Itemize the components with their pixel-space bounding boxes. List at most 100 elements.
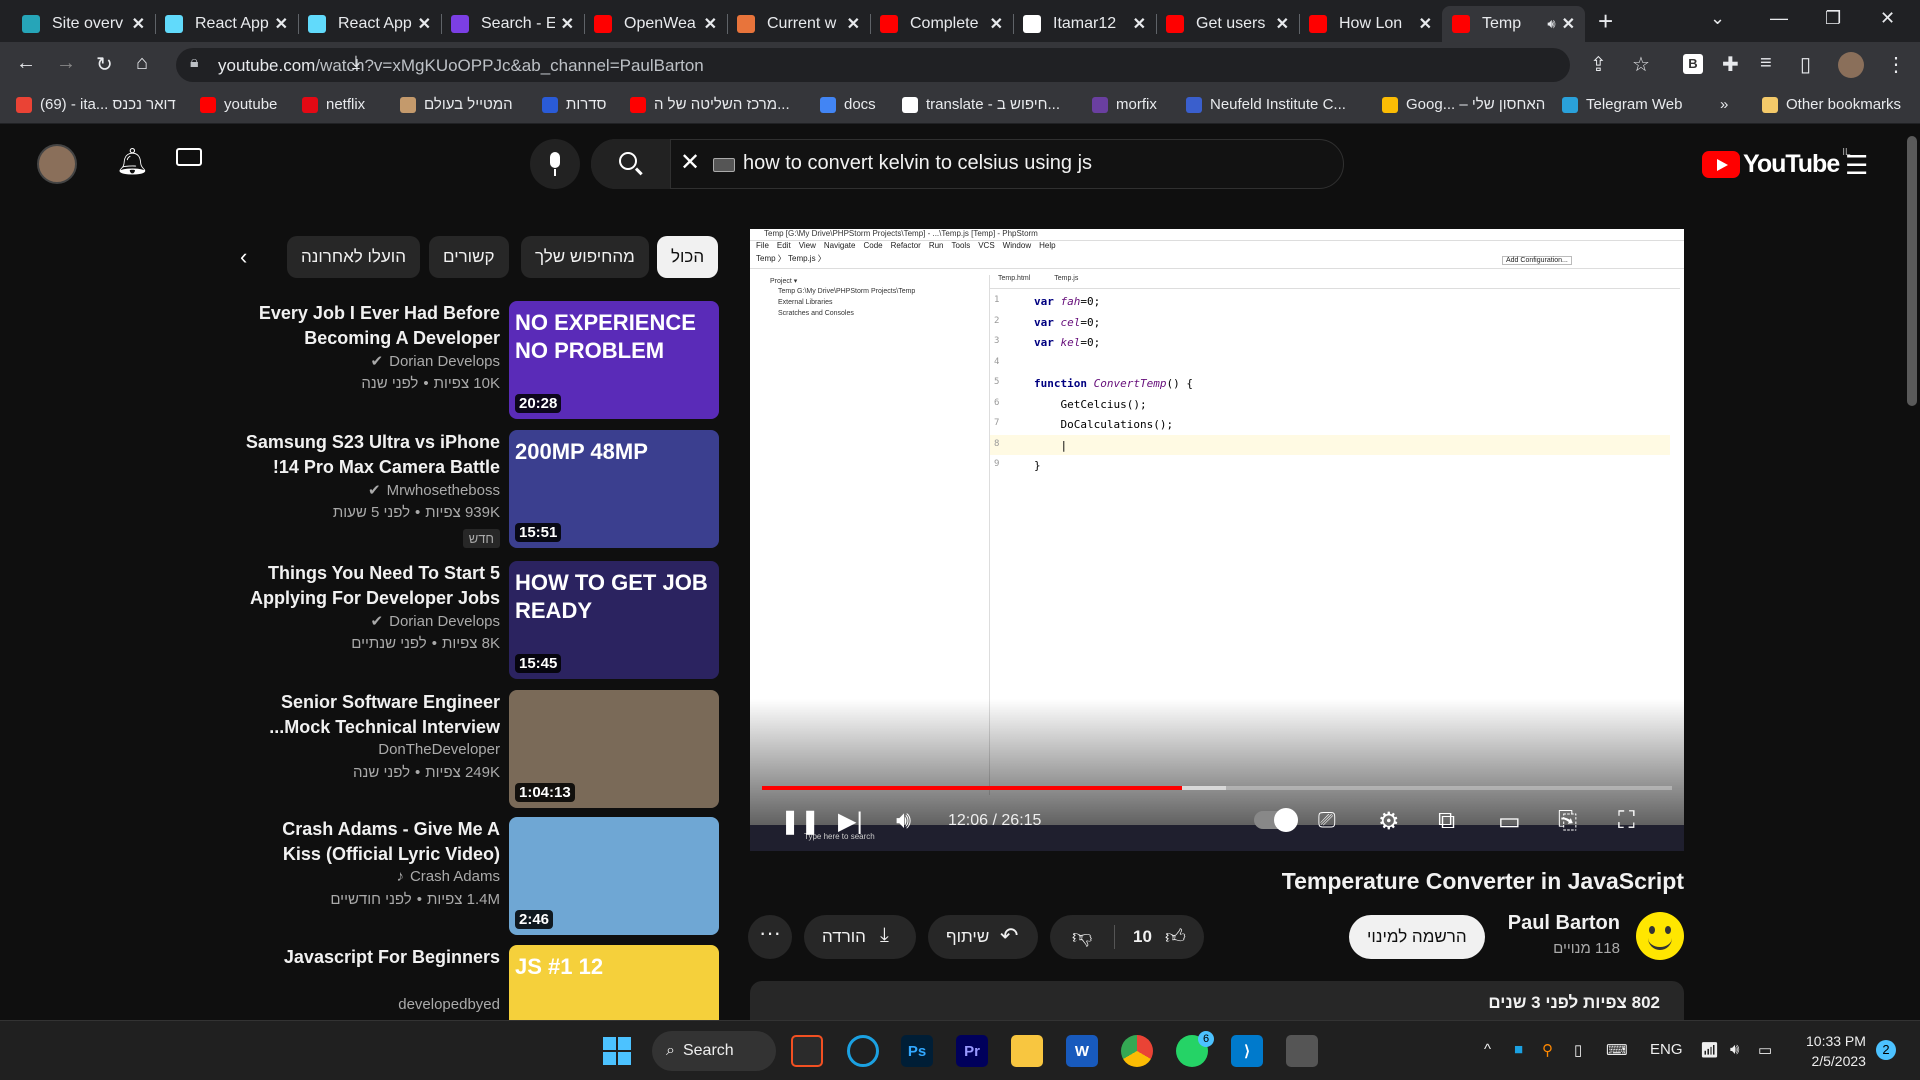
new-tab-button[interactable]: + bbox=[1598, 6, 1613, 37]
fullscreen-icon[interactable]: ⛶ bbox=[1618, 807, 1635, 835]
address-bar[interactable]: 🔒︎ youtube.com/watch?v=xMgKUoOPPJc&ab_ch… bbox=[176, 48, 1570, 82]
browser-tab[interactable]: Get users ✕ bbox=[1156, 6, 1299, 42]
close-tab-icon[interactable]: ✕ bbox=[704, 14, 717, 34]
bookmark-item[interactable]: Neufeld Institute C... bbox=[1186, 96, 1346, 113]
start-windows-icon[interactable] bbox=[603, 1037, 631, 1065]
progress-bar[interactable] bbox=[762, 786, 1672, 790]
chip-all[interactable]: הכול bbox=[657, 236, 719, 278]
recommendation-thumbnail[interactable]: NO EXPERIENCE NO PROBLEM 20:28 bbox=[509, 301, 719, 419]
close-tab-icon[interactable]: ✕ bbox=[561, 14, 574, 34]
extensions-puzzle-icon[interactable]: ✚ bbox=[1722, 52, 1739, 77]
cortana-icon[interactable] bbox=[847, 1035, 879, 1067]
browser-tab[interactable]: Search - E ✕ bbox=[441, 6, 584, 42]
channel-name[interactable]: Paul Barton bbox=[1508, 912, 1620, 935]
browser-tab[interactable]: React App ✕ bbox=[155, 6, 298, 42]
media-control-icon[interactable]: ≡ bbox=[1760, 52, 1772, 75]
bookmark-star-icon[interactable]: ☆ bbox=[1632, 52, 1650, 77]
close-tab-icon[interactable]: ✕ bbox=[1562, 14, 1575, 34]
chips-prev-icon[interactable]: ‹ bbox=[240, 244, 247, 270]
voice-search-mic-icon[interactable] bbox=[530, 139, 580, 189]
account-avatar[interactable] bbox=[37, 144, 77, 184]
browser-tab[interactable]: OpenWea ✕ bbox=[584, 6, 727, 42]
bookmark-item[interactable]: youtube bbox=[200, 96, 277, 113]
chrome-menu-icon[interactable]: ⋮ bbox=[1886, 52, 1906, 77]
profile-avatar[interactable] bbox=[1838, 52, 1864, 78]
vscode-icon[interactable]: ⟩ bbox=[1231, 1035, 1263, 1067]
close-window-icon[interactable]: ✕ bbox=[1880, 8, 1895, 29]
video-player[interactable]: Temp [G:\My Drive\PHPStorm Projects\Temp… bbox=[750, 229, 1684, 851]
autoplay-toggle[interactable] bbox=[1254, 808, 1298, 832]
side-panel-icon[interactable]: ▯ bbox=[1800, 52, 1811, 77]
close-tab-icon[interactable]: ✕ bbox=[1419, 14, 1432, 34]
tray-usb-icon[interactable]: ▯ bbox=[1574, 1041, 1582, 1059]
bookmark-item[interactable]: מרכז השליטה של ה... bbox=[630, 96, 790, 113]
recommendation-item[interactable]: HOW TO GET JOB READY 15:45 Things You Need… bbox=[230, 561, 719, 681]
tray-chevron-icon[interactable]: ^ bbox=[1484, 1041, 1491, 1058]
volume-icon[interactable]: 🔊︎ bbox=[896, 807, 911, 835]
taskbar-search[interactable]: ⌕ Search bbox=[652, 1031, 776, 1071]
tray-search-icon[interactable]: ⚲ bbox=[1542, 1041, 1553, 1059]
close-tab-icon[interactable]: ✕ bbox=[418, 14, 431, 34]
close-tab-icon[interactable]: ✕ bbox=[847, 14, 860, 34]
close-tab-icon[interactable]: ✕ bbox=[275, 14, 288, 34]
settings-gear-icon[interactable]: ⚙ bbox=[1378, 807, 1400, 836]
lock-icon[interactable]: 🔒︎ bbox=[190, 54, 199, 72]
bookmark-item[interactable]: סדרות bbox=[542, 96, 606, 113]
chip-recent[interactable]: הועלו לאחרונה bbox=[287, 236, 420, 278]
browser-tab[interactable]: Temp 🔊︎ ✕ bbox=[1442, 6, 1585, 42]
pause-icon[interactable]: ❚❚ bbox=[780, 807, 820, 836]
channel-avatar[interactable] bbox=[1636, 912, 1684, 960]
share-button[interactable]: שיתוף ↶ bbox=[928, 915, 1038, 959]
close-tab-icon[interactable]: ✕ bbox=[132, 14, 145, 34]
minimize-icon[interactable]: — bbox=[1770, 8, 1788, 29]
description-box[interactable]: 802 צפיות לפני 3 שנים bbox=[750, 981, 1684, 1021]
extension-b-icon[interactable]: B bbox=[1683, 54, 1703, 74]
word-icon[interactable]: W bbox=[1066, 1035, 1098, 1067]
share-page-icon[interactable]: ⇪ bbox=[1590, 52, 1607, 77]
browser-tab[interactable]: Itamar12 ✕ bbox=[1013, 6, 1156, 42]
dislike-button[interactable]: 👎︎ bbox=[1050, 915, 1114, 959]
notifications-bell-icon[interactable]: 🔔︎ bbox=[116, 146, 149, 177]
browser-tab[interactable]: Site overv ✕ bbox=[12, 6, 155, 42]
tab-audio-icon[interactable]: 🔊︎ bbox=[1547, 16, 1555, 32]
tab-search-icon[interactable]: ⌄ bbox=[1710, 8, 1725, 29]
forward-icon[interactable]: → bbox=[56, 52, 76, 75]
bookmark-item[interactable]: (69) - ita... דואר נכנס bbox=[16, 96, 176, 113]
restore-icon[interactable]: ❐ bbox=[1825, 8, 1841, 29]
theater-mode-icon[interactable]: ▭ bbox=[1498, 807, 1521, 836]
recommendation-thumbnail[interactable]: 200MP 48MP 15:51 bbox=[509, 430, 719, 548]
chip-related[interactable]: קשורים bbox=[429, 236, 509, 278]
recommendation-item[interactable]: NO EXPERIENCE NO PROBLEM 20:28 Every Job I… bbox=[230, 301, 719, 421]
create-video-icon[interactable] bbox=[176, 148, 202, 166]
recommendation-item[interactable]: 2:46 Crash Adams - Give Me A Kiss (Offici… bbox=[230, 817, 719, 937]
guide-menu-icon[interactable]: ☰ bbox=[1845, 150, 1868, 181]
bookmark-item[interactable]: morfix bbox=[1092, 96, 1157, 113]
recommendation-item[interactable]: 200MP 48MP 15:51 Samsung S23 Ultra vs iPho… bbox=[230, 430, 719, 550]
bookmark-item[interactable]: Telegram Web bbox=[1562, 96, 1682, 113]
speaker-icon[interactable]: 🔊︎ bbox=[1730, 1041, 1739, 1058]
photoshop-icon[interactable]: Ps bbox=[901, 1035, 933, 1067]
subtitles-icon[interactable]: ⎚ bbox=[1318, 807, 1336, 833]
battery-icon[interactable]: ▭ bbox=[1758, 1041, 1772, 1059]
file-explorer-icon[interactable] bbox=[1011, 1035, 1043, 1067]
browser-tab[interactable]: Complete ✕ bbox=[870, 6, 1013, 42]
premiere-icon[interactable]: Pr bbox=[956, 1035, 988, 1067]
notification-count-badge[interactable]: 2 bbox=[1876, 1040, 1896, 1060]
cast-icon[interactable]: ⎘ bbox=[1558, 807, 1577, 835]
search-button[interactable] bbox=[591, 139, 671, 189]
scrollbar-thumb[interactable] bbox=[1907, 136, 1917, 406]
install-icon[interactable]: ⤓ bbox=[352, 52, 360, 73]
bookmark-item[interactable]: המטייל בעולם bbox=[400, 96, 513, 113]
tray-keyboard-icon[interactable]: ⌨ bbox=[1606, 1041, 1628, 1059]
recommendation-thumbnail[interactable]: 2:46 bbox=[509, 817, 719, 935]
browser-tab[interactable]: How Lon ✕ bbox=[1299, 6, 1442, 42]
bookmark-item[interactable]: docs bbox=[820, 96, 876, 113]
clear-search-icon[interactable]: ✕ bbox=[680, 148, 700, 177]
language-indicator[interactable]: ENG bbox=[1650, 1041, 1683, 1058]
browser-tab[interactable]: Current w ✕ bbox=[727, 6, 870, 42]
bookmark-item[interactable]: » bbox=[1720, 96, 1728, 113]
subscribe-button[interactable]: הרשמה למינוי bbox=[1349, 915, 1485, 959]
ms-store-icon[interactable] bbox=[791, 1035, 823, 1067]
bookmark-item[interactable]: Goog... – האחסון שלי bbox=[1382, 96, 1545, 113]
chip-from-search[interactable]: מהחיפוש שלך bbox=[521, 236, 649, 278]
